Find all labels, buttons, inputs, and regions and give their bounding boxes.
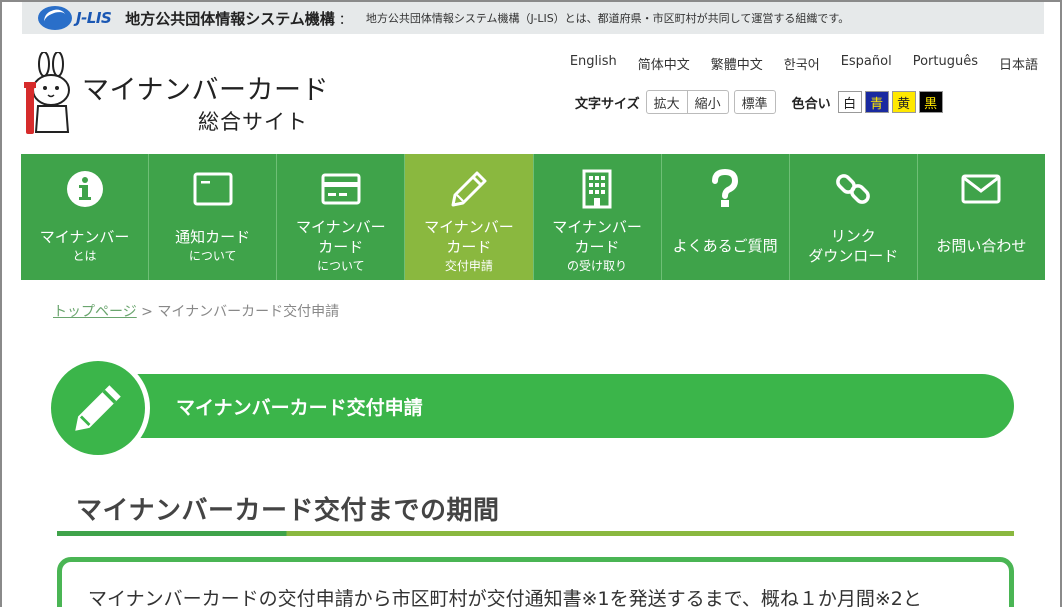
color-scheme-label: 色合い xyxy=(791,96,831,112)
org-description: 地方公共団体情報システム機構（J-LIS）とは、都道府県・市区町村が共同して運営… xyxy=(365,12,850,25)
color-black-button[interactable]: 黒 xyxy=(918,91,943,113)
lang-traditional-chinese[interactable]: 繁體中文 xyxy=(711,54,763,73)
mascot-rabbit-icon xyxy=(24,52,70,134)
language-selector: English 简体中文 繁體中文 한국어 Español Português … xyxy=(549,54,1038,73)
org-name: 地方公共団体情報システム機構 xyxy=(125,9,335,28)
nav-label: マイナンバー xyxy=(295,218,386,236)
site-title-sub: 総合サイト xyxy=(198,110,308,134)
nav-label: カード xyxy=(574,238,620,256)
nav-sublabel: の受け取り xyxy=(567,259,628,273)
lang-spanish[interactable]: Español xyxy=(841,54,892,73)
section-divider xyxy=(57,531,1014,536)
color-white-button[interactable]: 白 xyxy=(837,91,862,113)
org-separator: ： xyxy=(338,12,352,28)
accessibility-tools: 文字サイズ 拡大 縮小 標準 色合い 白 青 黄 黒 xyxy=(575,90,943,114)
top-info-bar: J-LIS 地方公共団体情報システム機構 ： 地方公共団体情報システム機構（J-… xyxy=(22,2,1044,34)
lang-english[interactable]: English xyxy=(570,54,617,73)
page-heading-badge xyxy=(46,356,150,460)
nav-sublabel: について xyxy=(188,249,237,263)
jlis-logo-icon xyxy=(38,6,72,30)
nav-item-mynumber-card[interactable]: マイナンバー カード について xyxy=(277,154,406,280)
lang-japanese[interactable]: 日本語 xyxy=(999,54,1038,73)
lang-simplified-chinese[interactable]: 简体中文 xyxy=(638,54,690,73)
main-nav: マイナンバー とは 通知カード について マイナンバー カード について マイナ… xyxy=(21,154,1045,280)
info-icon xyxy=(64,168,106,210)
nav-sublabel: 交付申請 xyxy=(444,259,493,273)
nav-item-card-receipt[interactable]: マイナンバー カード の受け取り xyxy=(534,154,662,280)
nav-item-faq[interactable]: よくあるご質問 xyxy=(662,154,790,280)
nav-item-links-downloads[interactable]: リンク ダウンロード xyxy=(790,154,918,280)
breadcrumb-current: マイナンバーカード交付申請 xyxy=(157,304,340,320)
nav-label: リンク xyxy=(830,227,876,245)
nav-label: マイナンバー xyxy=(552,218,642,236)
nav-item-card-application[interactable]: マイナンバー カード 交付申請 xyxy=(405,154,534,280)
card-icon xyxy=(192,168,234,210)
color-blue-button[interactable]: 青 xyxy=(864,91,889,113)
nav-item-about-mynumber[interactable]: マイナンバー とは xyxy=(21,154,150,280)
breadcrumb-home-link[interactable]: トップページ xyxy=(53,304,137,320)
content-paragraph: マイナンバーカードの交付申請から市区町村が交付通知書※1を発送するまで、概ね１か… xyxy=(88,588,922,607)
page-title: マイナンバーカード交付申請 xyxy=(176,397,423,419)
nav-sublabel: について xyxy=(316,259,365,273)
nav-label: ダウンロード xyxy=(808,247,899,265)
link-icon xyxy=(832,168,874,210)
credit-card-icon xyxy=(320,168,362,210)
section-title: マイナンバーカード交付までの期間 xyxy=(76,496,500,526)
nav-label: カード xyxy=(446,238,492,256)
nav-label: カード xyxy=(318,238,364,256)
pencil-icon xyxy=(448,168,490,210)
breadcrumb-separator: > xyxy=(136,304,158,320)
building-icon xyxy=(576,168,618,210)
nav-label: お問い合わせ xyxy=(936,237,1027,255)
site-title-main: マイナンバーカード xyxy=(82,75,329,106)
nav-label: 通知カード xyxy=(175,228,251,246)
jlis-logo-text: J-LIS xyxy=(76,9,112,27)
lang-portuguese[interactable]: Português xyxy=(913,54,978,73)
mail-icon xyxy=(960,168,1002,210)
nav-label: マイナンバー xyxy=(39,228,130,246)
pencil-icon xyxy=(75,385,121,431)
nav-label: よくあるご質問 xyxy=(672,237,778,255)
font-enlarge-button[interactable]: 拡大 xyxy=(645,90,688,114)
nav-sublabel: とは xyxy=(72,249,97,263)
nav-item-notification-card[interactable]: 通知カード について xyxy=(149,154,278,280)
font-size-label: 文字サイズ xyxy=(575,96,640,112)
breadcrumb: トップページ > マイナンバーカード交付申請 xyxy=(53,301,339,321)
nav-label: マイナンバー xyxy=(424,218,514,236)
question-icon xyxy=(704,168,746,210)
color-yellow-button[interactable]: 黄 xyxy=(891,91,916,113)
lang-korean[interactable]: 한국어 xyxy=(784,54,820,73)
nav-item-contact[interactable]: お問い合わせ xyxy=(918,154,1045,280)
jlis-logo[interactable]: J-LIS xyxy=(38,6,112,30)
font-shrink-button[interactable]: 縮小 xyxy=(687,90,729,114)
font-standard-button[interactable]: 標準 xyxy=(733,90,776,114)
